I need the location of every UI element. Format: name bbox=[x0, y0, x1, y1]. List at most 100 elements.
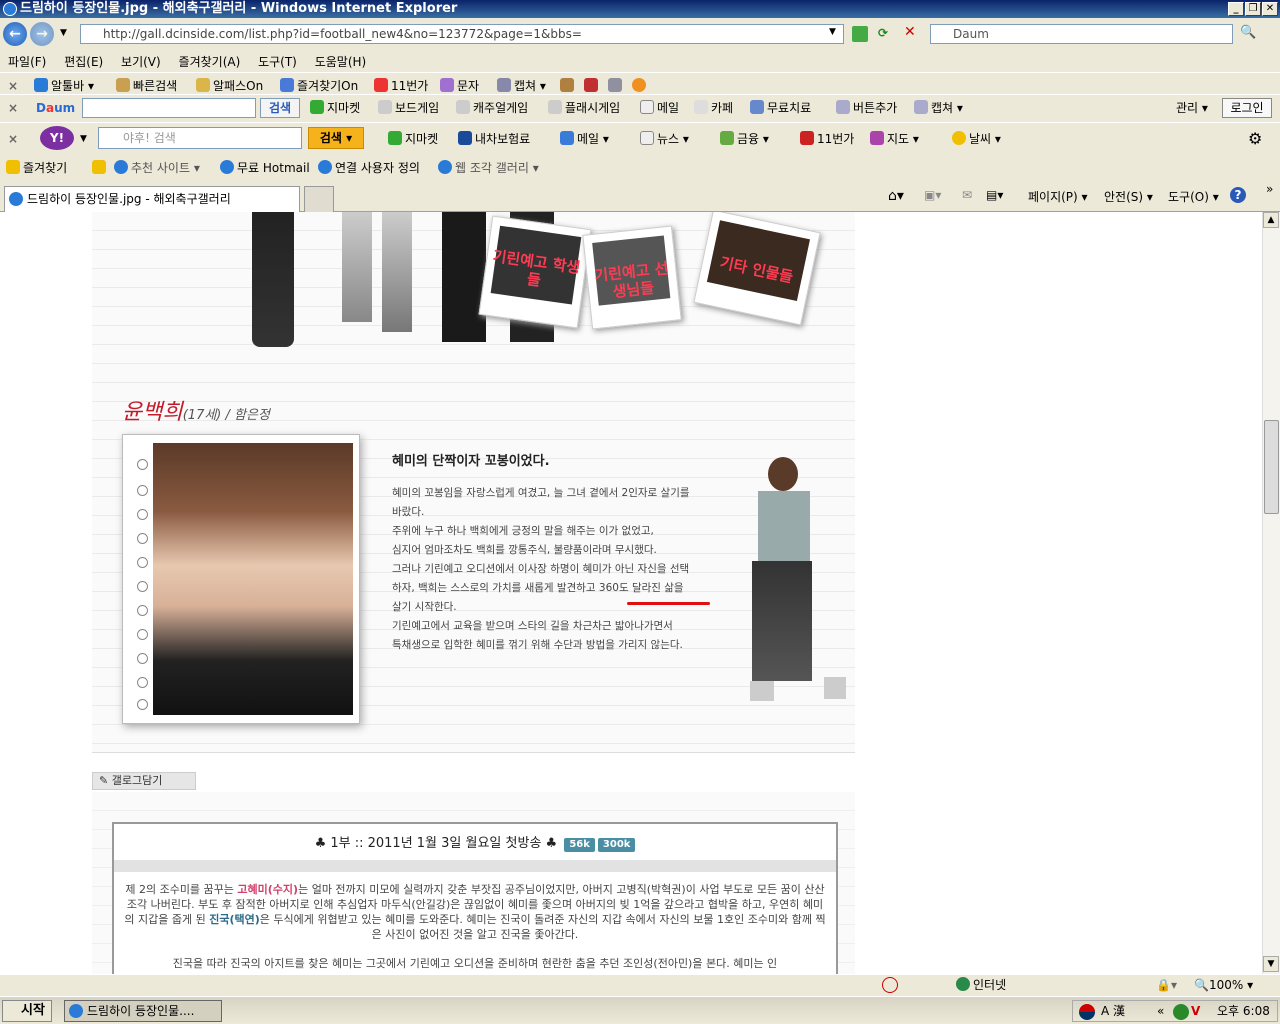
ime-indicator[interactable]: A 漢 bbox=[1101, 1001, 1125, 1021]
character-portrait bbox=[122, 434, 360, 724]
home-icon[interactable]: ⌂▾ bbox=[888, 188, 904, 204]
vertical-scrollbar[interactable]: ▲ ▼ bbox=[1262, 212, 1280, 974]
menu-file[interactable]: 파일(F) bbox=[8, 55, 46, 69]
mail-icon[interactable]: ✉ bbox=[962, 188, 972, 202]
tb2-boardgame[interactable]: 보드게임 bbox=[378, 95, 439, 121]
fav-hotmail[interactable]: 무료 Hotmail bbox=[220, 156, 310, 180]
scroll-thumb[interactable] bbox=[1264, 420, 1279, 514]
menu-bar: 파일(F) 편집(E) 보기(V) 즐겨찾기(A) 도구(T) 도움말(H) bbox=[0, 52, 1280, 72]
tb2-flashgame[interactable]: 플래시게임 bbox=[548, 95, 620, 121]
close-toolbar-icon[interactable]: × bbox=[8, 126, 18, 152]
tb3-finance[interactable]: 금융 ▾ bbox=[720, 126, 769, 152]
cmd-safety[interactable]: 안전(S) ▾ bbox=[1104, 188, 1153, 205]
menu-help[interactable]: 도움말(H) bbox=[315, 55, 367, 69]
chevron-left-icon[interactable]: « bbox=[1157, 1001, 1164, 1021]
address-input[interactable]: http://gall.dcinside.com/list.php?id=foo… bbox=[80, 24, 844, 44]
help-icon[interactable]: ? bbox=[1230, 187, 1246, 203]
bio-heading: 혜미의 단짝이자 꼬봉이었다. bbox=[392, 454, 550, 469]
yahoo-search-button[interactable]: 검색 ▾ bbox=[308, 127, 364, 149]
photo-students[interactable]: 기린예고 학생들 bbox=[478, 215, 592, 329]
cmd-page[interactable]: 페이지(P) ▾ bbox=[1028, 188, 1088, 205]
start-button[interactable]: 시작 bbox=[2, 1000, 52, 1022]
clock[interactable]: 오후 6:08 bbox=[1217, 1001, 1270, 1021]
search-input[interactable]: Daum bbox=[930, 24, 1233, 44]
add-favorite-icon[interactable] bbox=[92, 156, 109, 180]
photo-others[interactable]: 기타 인물들 bbox=[693, 212, 821, 326]
login-button[interactable]: 로그인 bbox=[1222, 98, 1272, 118]
yahoo-logo[interactable]: Y! bbox=[40, 126, 74, 150]
tab-current[interactable]: 드림하이 등장인물.jpg - 해외축구갤러리 bbox=[4, 186, 300, 212]
chevron-right-icon[interactable]: » bbox=[1266, 182, 1273, 196]
yahoo-search-input[interactable]: 야후! 검색 bbox=[98, 127, 302, 149]
system-tray: A 漢 « V 오후 6:08 bbox=[1072, 1000, 1278, 1022]
refresh-icon[interactable]: ⟳ bbox=[878, 26, 896, 42]
fav-customize[interactable]: 연결 사용자 정의 bbox=[318, 156, 420, 180]
fav-webslice[interactable]: 웹 조각 갤러리 ▾ bbox=[438, 156, 539, 180]
tb3-carinsurance[interactable]: 내차보험료 bbox=[458, 126, 530, 152]
menu-edit[interactable]: 편집(E) bbox=[64, 55, 103, 69]
history-dropdown-icon[interactable]: ▼ bbox=[60, 28, 67, 38]
photo-teachers[interactable]: 기린예고 선생님들 bbox=[582, 225, 682, 330]
address-dropdown-icon[interactable]: ▼ bbox=[829, 27, 836, 37]
episode-summary: 제 2의 조수미를 꿈꾸는 고혜미(수지)는 얼마 전까지 미모에 실력까지 갖… bbox=[124, 883, 826, 970]
tb2-casualgame[interactable]: 캐주얼게임 bbox=[456, 95, 528, 121]
episode-box: ♣ 1부 :: 2011년 1월 3일 월요일 첫방송 ♣ 56k 300k 제 … bbox=[112, 822, 838, 974]
bio-text: 혜미의 꼬봉임을 자랑스럽게 여겼고, 늘 그녀 곁에서 2인자로 살기를 바랐다… bbox=[392, 487, 690, 651]
yahoo-dropdown-icon[interactable]: ▼ bbox=[80, 126, 87, 152]
favorites-button[interactable]: 즐겨찾기 bbox=[6, 156, 67, 180]
taskbar: 시작 드림하이 등장인물.... A 漢 « V 오후 6:08 bbox=[0, 996, 1280, 1024]
search-icon[interactable]: 🔍 bbox=[1240, 25, 1256, 40]
taskbar-ie-window[interactable]: 드림하이 등장인물.... bbox=[64, 1000, 222, 1022]
tb3-11st[interactable]: 11번가 bbox=[800, 126, 854, 152]
portrait-photo bbox=[153, 443, 353, 715]
protected-mode-icon[interactable]: 🔒▾ bbox=[1156, 975, 1177, 995]
tb2-capture[interactable]: 캡쳐 ▾ bbox=[914, 95, 963, 121]
back-button[interactable]: ← bbox=[3, 22, 27, 46]
window-title-bar: 드림하이 등장인물.jpg - 해외축구갤러리 - Windows Intern… bbox=[0, 0, 1280, 18]
badge-300k[interactable]: 300k bbox=[597, 838, 636, 852]
daum-toolbar: × Daum 검색 지마켓 보드게임 캐주얼게임 플래시게임 메일 카페 무료치… bbox=[0, 94, 1280, 122]
scroll-down-button[interactable]: ▼ bbox=[1263, 956, 1279, 972]
daum-search-button[interactable]: 검색 bbox=[260, 98, 300, 118]
print-icon[interactable]: ▤▾ bbox=[986, 188, 1003, 202]
feeds-icon[interactable]: ▣▾ bbox=[924, 188, 941, 202]
tb2-freecare[interactable]: 무료치료 bbox=[750, 95, 811, 121]
tb2-mail[interactable]: 메일 bbox=[640, 95, 679, 121]
minimize-button[interactable]: _ bbox=[1228, 2, 1244, 16]
zone-label: 인터넷 bbox=[956, 975, 1006, 995]
tb2-gmarket[interactable]: 지마켓 bbox=[310, 95, 360, 121]
tb2-addbutton[interactable]: 버튼추가 bbox=[836, 95, 897, 121]
badge-56k[interactable]: 56k bbox=[564, 838, 595, 852]
v3-icon[interactable] bbox=[1173, 1004, 1189, 1020]
menu-tools[interactable]: 도구(T) bbox=[258, 55, 297, 69]
vaccine-icon[interactable]: V bbox=[1191, 1001, 1200, 1021]
tb3-news[interactable]: 뉴스 ▾ bbox=[640, 126, 689, 152]
maximize-button[interactable]: ❐ bbox=[1245, 2, 1261, 16]
gallog-save-button[interactable]: ✎ 갤로그담기 bbox=[92, 772, 196, 790]
ie-page-icon bbox=[9, 192, 23, 206]
character-name: 윤백희(17세) / 함은정 bbox=[122, 400, 270, 425]
new-tab-button[interactable] bbox=[304, 186, 334, 212]
gear-icon[interactable]: ⚙ bbox=[1248, 126, 1262, 152]
fav-recommended[interactable]: 추천 사이트 ▾ bbox=[114, 156, 200, 180]
close-button[interactable]: ✕ bbox=[1262, 2, 1278, 16]
cmd-tools[interactable]: 도구(O) ▾ bbox=[1168, 188, 1219, 205]
tb2-manage[interactable]: 관리 ▾ bbox=[1176, 95, 1208, 121]
compat-view-icon[interactable] bbox=[852, 26, 868, 42]
scroll-up-button[interactable]: ▲ bbox=[1263, 212, 1279, 228]
tb3-mail[interactable]: 메일 ▾ bbox=[560, 126, 609, 152]
daum-search-input[interactable] bbox=[82, 98, 256, 118]
forward-button[interactable]: → bbox=[30, 22, 54, 46]
menu-favorites[interactable]: 즐겨찾기(A) bbox=[179, 55, 241, 69]
tb3-map[interactable]: 지도 ▾ bbox=[870, 126, 919, 152]
zoom-level[interactable]: 🔍100% ▾ bbox=[1194, 975, 1253, 995]
tb3-weather[interactable]: 날씨 ▾ bbox=[952, 126, 1001, 152]
popup-blocker-icon[interactable] bbox=[882, 977, 898, 993]
favorites-bar: 즐겨찾기 추천 사이트 ▾ 무료 Hotmail 연결 사용자 정의 웹 조각 … bbox=[0, 156, 1280, 182]
close-toolbar-icon[interactable]: × bbox=[8, 95, 18, 121]
tb3-gmarket[interactable]: 지마켓 bbox=[388, 126, 438, 152]
stop-icon[interactable]: ✕ bbox=[904, 24, 922, 42]
menu-view[interactable]: 보기(V) bbox=[121, 55, 161, 69]
korean-flag-icon[interactable] bbox=[1079, 1004, 1095, 1020]
tb2-cafe[interactable]: 카페 bbox=[694, 95, 733, 121]
